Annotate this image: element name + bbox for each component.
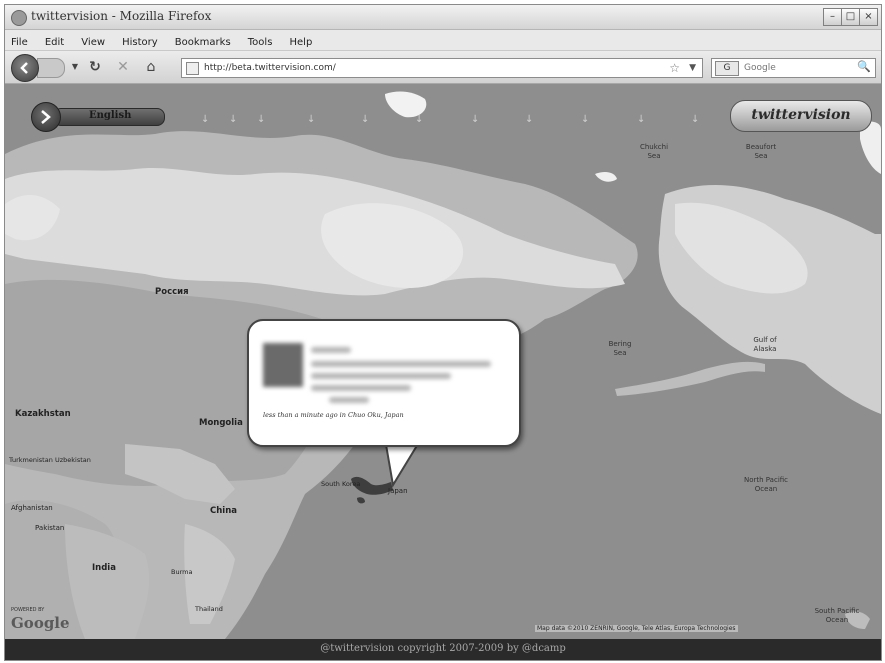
forward-button[interactable] [37,58,65,78]
bookmark-star-icon[interactable]: ☆ [669,59,680,77]
map-label-india: India [92,563,116,573]
map-label-china: China [210,506,237,516]
menu-bookmarks[interactable]: Bookmarks [169,34,237,48]
tweet-text-blurred [311,385,411,391]
chevron-right-icon [41,110,51,124]
map-label-chukchi-sea: Chukchi Sea [639,143,669,160]
download-arrow-icon: ↓ [581,114,590,125]
language-label[interactable]: English [89,110,131,121]
search-engine-icon[interactable]: G [715,61,739,76]
footer-copyright[interactable]: @twittervision copyright 2007-2009 by @d… [5,643,881,654]
language-arrow-button[interactable] [31,102,61,132]
map-attribution[interactable]: Map data ©2010 ZENRIN, Google, Tele Atla… [535,625,738,632]
url-text[interactable]: http://beta.twittervision.com/ [204,59,336,77]
map-label-mongolia: Mongolia [199,418,243,428]
back-arrow-icon [20,62,28,74]
browser-window: twittervision - Mozilla Firefox – □ × Fi… [4,4,882,661]
language-selector[interactable]: English [31,102,165,132]
powered-by-label: POWERED BY [11,607,45,613]
stop-icon[interactable]: ✕ [115,59,131,75]
firefox-icon [11,10,27,26]
map-label-north-pacific: North Pacific Ocean [743,476,789,493]
map-label-turkmenistan: Turkmenistan [9,456,53,464]
menu-bar: File Edit View History Bookmarks Tools H… [5,30,881,51]
download-arrow-icon: ↓ [307,114,316,125]
map-label-south-korea: South Korea [321,480,361,488]
navigation-toolbar: ▼ ↻ ✕ ⌂ http://beta.twittervision.com/ ☆… [5,51,881,84]
search-box[interactable]: G 🔍 [711,58,876,78]
menu-help[interactable]: Help [284,34,319,48]
download-arrow-icon: ↓ [229,114,238,125]
download-arrow-icon: ↓ [361,114,370,125]
map-label-japan: Japan [388,487,408,495]
map-label-thailand: Thailand [195,605,223,613]
map-label-beaufort-sea: Beaufort Sea [745,143,777,160]
menu-tools[interactable]: Tools [242,34,279,48]
download-arrow-icon: ↓ [415,114,424,125]
tweet-text-blurred [329,397,369,403]
minimize-button[interactable]: – [823,8,842,26]
map-label-russia: Россия [155,287,189,297]
address-bar[interactable]: http://beta.twittervision.com/ ☆ ▼ [181,58,703,78]
tweet-meta: less than a minute ago in Chuo Oku, Japa… [263,411,404,419]
map-label-south-pacific: South Pacific Ocean [814,607,860,624]
tweet-bubble[interactable]: less than a minute ago in Chuo Oku, Japa… [247,319,521,447]
window-title: twittervision - Mozilla Firefox [31,9,212,23]
url-dropdown-icon[interactable]: ▼ [689,59,696,77]
download-arrow-icon: ↓ [637,114,646,125]
tweet-text-blurred [311,373,451,379]
google-logo[interactable]: Google [11,614,70,632]
page-footer: @twittervision copyright 2007-2009 by @d… [5,639,881,660]
history-dropdown-icon[interactable]: ▼ [67,59,83,75]
page-content: Россия Kazakhstan Mongolia China India J… [5,84,881,639]
map-label-gulf-of-alaska: Gulf of Alaska [753,336,777,353]
map-label-afghanistan: Afghanistan [11,504,53,512]
search-icon[interactable]: 🔍 [857,60,871,73]
download-arrow-icon: ↓ [691,114,700,125]
reload-icon[interactable]: ↻ [87,59,103,75]
download-arrow-icon: ↓ [201,114,210,125]
download-arrow-icon: ↓ [257,114,266,125]
twittervision-logo[interactable]: twittervision [730,100,872,132]
map-label-pakistan: Pakistan [35,524,65,532]
map-label-bering-sea: Bering Sea [608,340,632,357]
site-identity-icon[interactable] [186,62,199,75]
map-label-uzbekistan: Uzbekistan [55,456,91,464]
menu-file[interactable]: File [5,34,34,48]
map-label-kazakhstan: Kazakhstan [15,409,71,419]
close-button[interactable]: × [859,8,878,26]
menu-history[interactable]: History [116,34,164,48]
tweet-text-blurred [311,361,491,367]
title-bar: twittervision - Mozilla Firefox – □ × [5,5,881,30]
back-button[interactable] [11,54,39,82]
maximize-button[interactable]: □ [841,8,860,26]
logo-text: twittervision [751,107,851,123]
home-icon[interactable]: ⌂ [143,59,159,75]
search-input[interactable] [742,60,856,76]
avatar[interactable] [263,343,303,387]
tweet-author-blurred[interactable] [311,347,351,353]
menu-edit[interactable]: Edit [39,34,70,48]
map-label-burma: Burma [171,568,193,576]
menu-view[interactable]: View [75,34,111,48]
download-arrow-icon: ↓ [471,114,480,125]
download-arrow-icon: ↓ [525,114,534,125]
